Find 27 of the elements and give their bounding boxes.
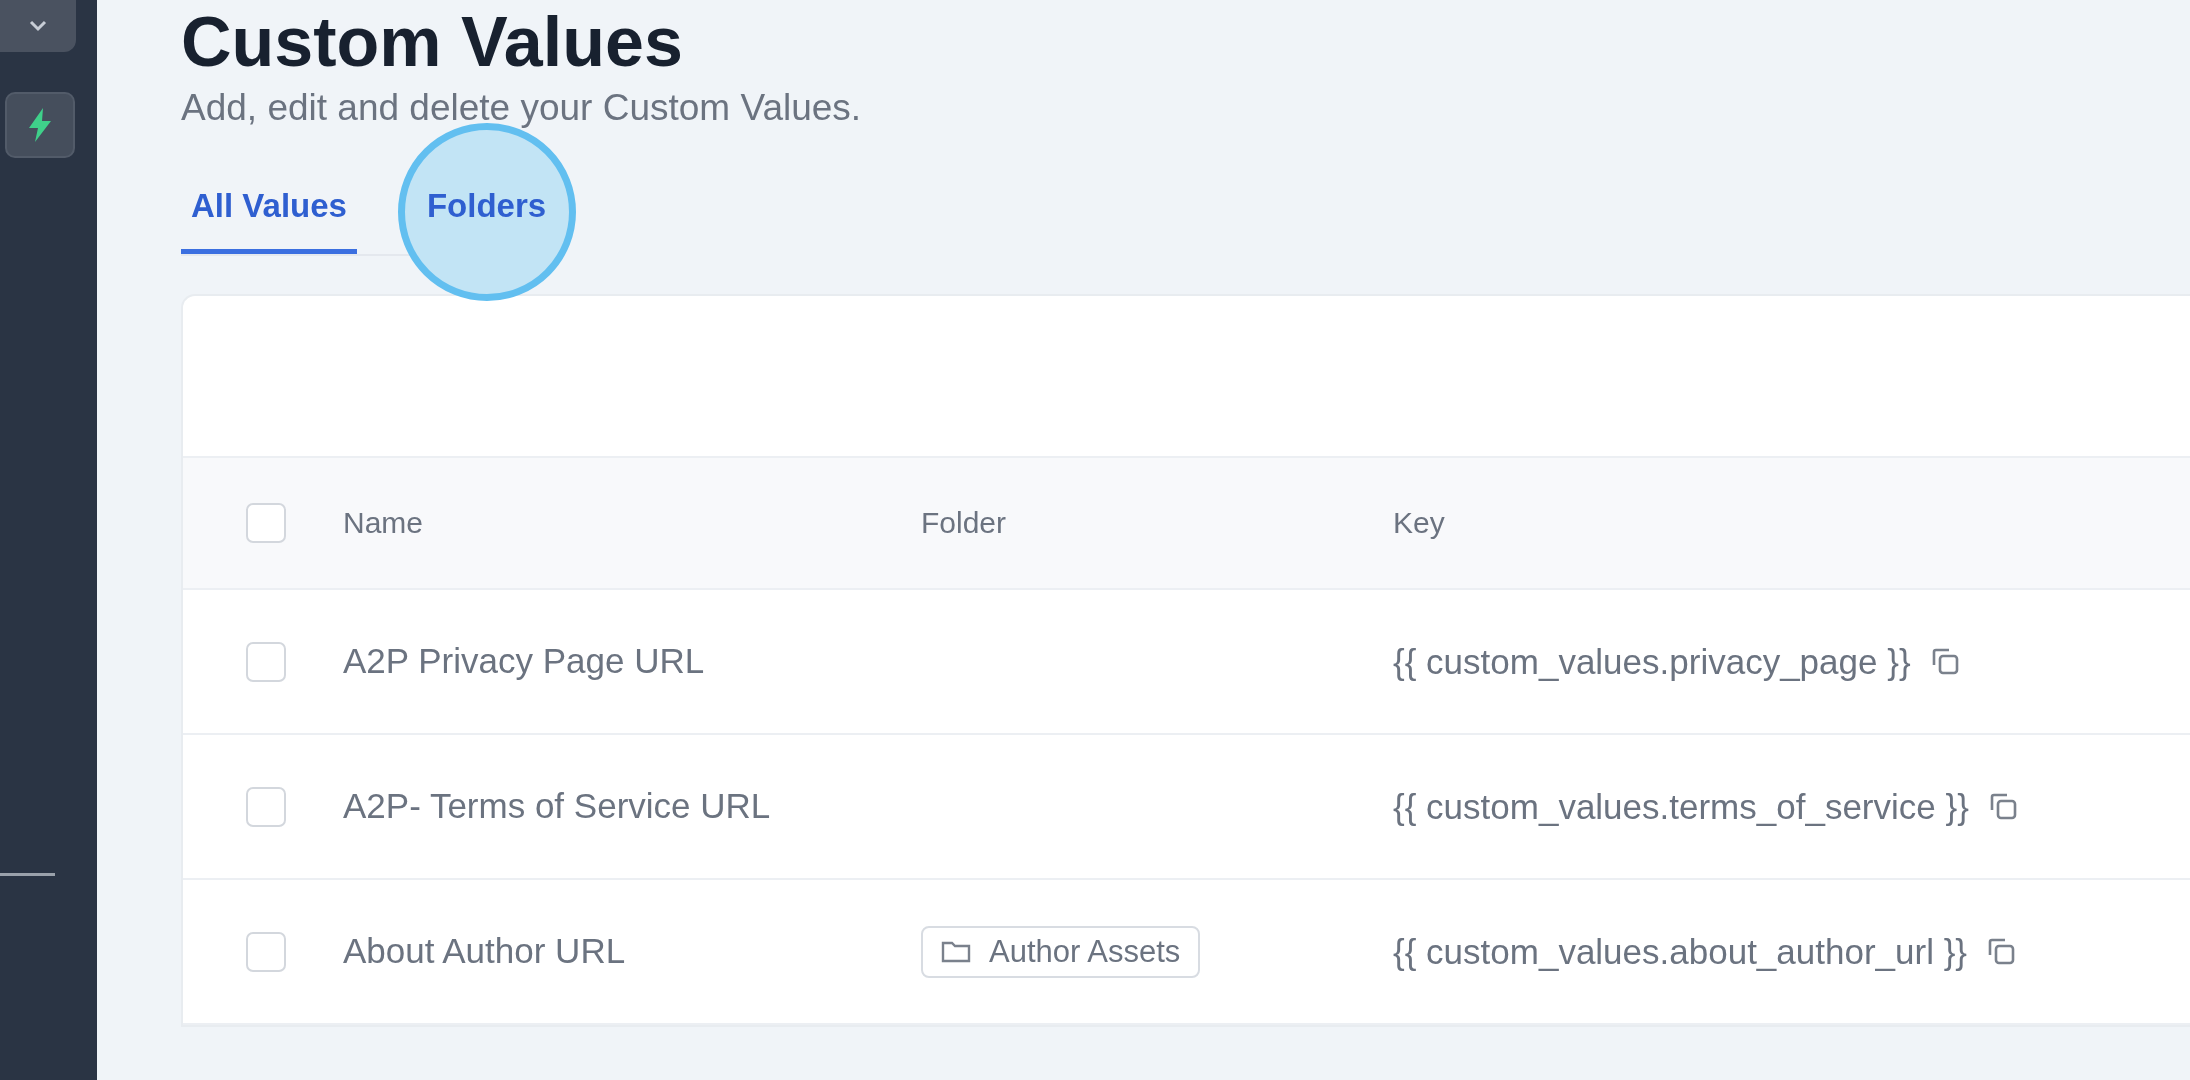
copy-button[interactable] xyxy=(1930,646,1961,677)
copy-icon xyxy=(1930,646,1961,677)
tab[interactable]: All Values xyxy=(181,169,357,254)
column-header: Key xyxy=(1393,506,1445,540)
select-all-checkbox[interactable] xyxy=(246,503,286,543)
copy-icon xyxy=(1988,791,2019,822)
lightning-button[interactable] xyxy=(5,92,75,158)
row-checkbox[interactable] xyxy=(246,641,286,682)
tab[interactable]: Folders xyxy=(416,169,557,254)
row-checkbox[interactable] xyxy=(246,786,286,827)
row-checkbox[interactable] xyxy=(246,931,286,972)
column-header: Folder xyxy=(921,506,1007,539)
value-key: {{ custom_values.terms_of_service }} xyxy=(1393,786,1969,827)
value-key: {{ custom_values.about_author_url }} xyxy=(1393,931,1968,972)
value-name: A2P Privacy Page URL xyxy=(343,640,706,683)
value-name: About Author URL xyxy=(343,930,627,973)
value-key: {{ custom_values.privacy_page }} xyxy=(1393,641,1911,682)
page-subtitle: Add, edit and delete your Custom Values. xyxy=(181,87,863,129)
chevron-down-icon xyxy=(28,20,48,32)
column-header: Name xyxy=(343,506,424,539)
copy-button[interactable] xyxy=(1988,791,2019,822)
value-name: A2P- Terms of Service URL xyxy=(343,785,772,828)
lightning-icon xyxy=(27,108,53,142)
folder-name: Author Assets xyxy=(989,933,1181,970)
folder-icon xyxy=(941,939,971,964)
page-title: Custom Values xyxy=(181,4,684,81)
dropdown-button[interactable] xyxy=(0,0,76,52)
